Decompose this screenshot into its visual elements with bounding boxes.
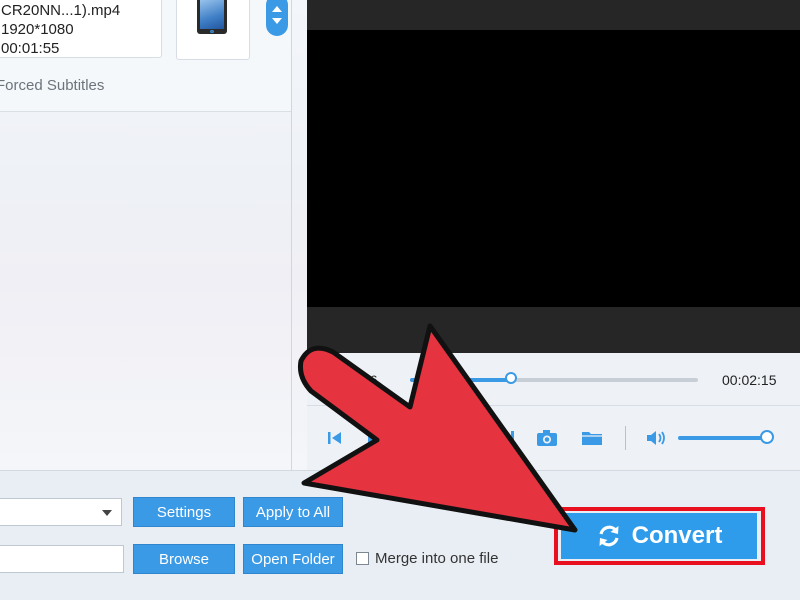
arrow-up-icon[interactable] — [272, 6, 282, 12]
file-info: CR20NN...1).mp4 1920*1080 00:01:55 — [0, 0, 162, 58]
video-display[interactable] — [307, 30, 800, 307]
merge-option[interactable]: Merge into one file — [356, 550, 498, 567]
progress-slider[interactable] — [410, 372, 698, 384]
merge-checkbox[interactable] — [356, 552, 369, 565]
convert-label: Convert — [631, 522, 723, 549]
volume-icon[interactable] — [645, 428, 667, 448]
total-time: 00:02:15 — [722, 372, 777, 388]
progress-fill — [410, 378, 511, 382]
stop-icon[interactable] — [503, 428, 523, 448]
skip-back-icon[interactable] — [325, 428, 345, 448]
volume-knob[interactable] — [760, 430, 774, 444]
tablet-icon — [197, 0, 227, 34]
volume-slider[interactable] — [678, 436, 768, 440]
apply-to-all-button[interactable]: Apply to All — [243, 497, 343, 527]
output-device-thumbnail[interactable] — [176, 0, 250, 60]
merge-label: Merge into one file — [375, 550, 499, 567]
app-window: CR20NN...1).mp4 1920*1080 00:01:55 Force… — [0, 0, 800, 600]
folder-icon[interactable] — [581, 428, 603, 448]
video-bottom-bar — [307, 307, 800, 353]
controls-separator — [625, 426, 626, 450]
video-top-bar — [307, 0, 800, 30]
camera-icon[interactable] — [536, 428, 558, 448]
subtitle-option[interactable]: Forced Subtitles — [0, 77, 104, 94]
settings-button[interactable]: Settings — [133, 497, 235, 527]
open-folder-button[interactable]: Open Folder — [243, 544, 343, 574]
preview-player: 46 00:02:15 — [307, 0, 800, 470]
refresh-icon — [599, 525, 619, 547]
reorder-arrows[interactable] — [266, 0, 288, 36]
file-list-pane: CR20NN...1).mp4 1920*1080 00:01:55 Force… — [0, 0, 307, 470]
pane-divider — [291, 0, 292, 470]
browse-button[interactable]: Browse — [133, 544, 235, 574]
progress-knob[interactable] — [504, 372, 517, 384]
current-time: 46 — [362, 372, 378, 388]
arrow-down-icon[interactable] — [272, 18, 282, 24]
convert-button[interactable]: Convert — [561, 513, 757, 559]
chevron-down-icon — [102, 510, 112, 516]
controls-divider — [307, 405, 800, 406]
file-duration: 00:01:55 — [1, 40, 60, 57]
output-path-field[interactable] — [0, 545, 124, 573]
file-name: CR20NN...1).mp4 — [1, 2, 121, 19]
play-icon[interactable] — [363, 428, 383, 448]
file-resolution: 1920*1080 — [1, 21, 74, 38]
output-format-select[interactable] — [0, 498, 122, 526]
